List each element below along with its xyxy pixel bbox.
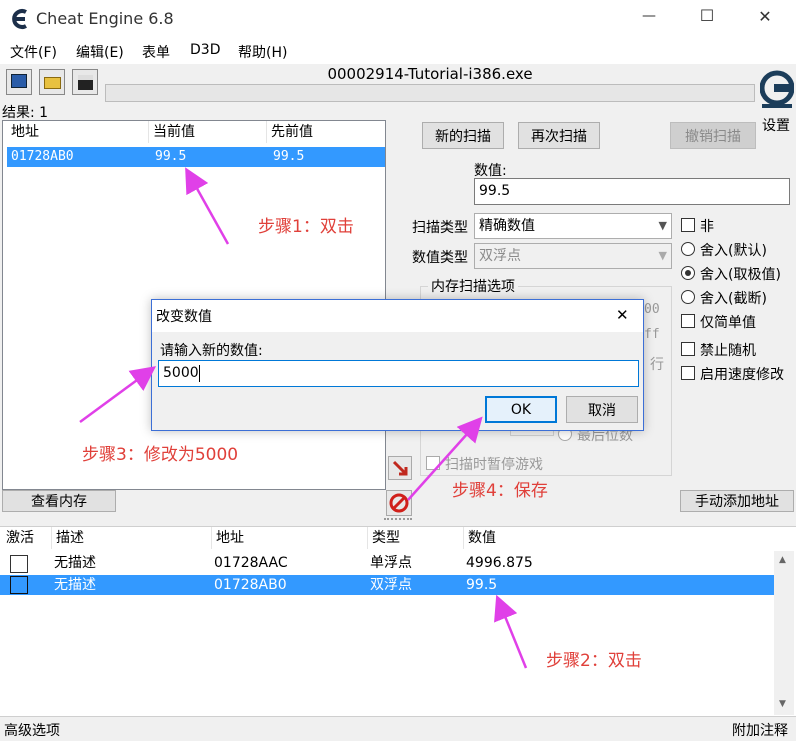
annotation-step2: 步骤2：双击 (546, 651, 642, 671)
arrow-step1 (185, 167, 230, 245)
annotation-step1: 步骤1：双击 (258, 217, 354, 237)
annotation-step3: 步骤3：修改为5000 (82, 445, 239, 465)
arrow-step3 (79, 366, 157, 424)
annotation-arrows (79, 167, 528, 669)
arrow-step2 (494, 594, 528, 669)
annotation-step4: 步骤4：保存 (452, 481, 548, 501)
